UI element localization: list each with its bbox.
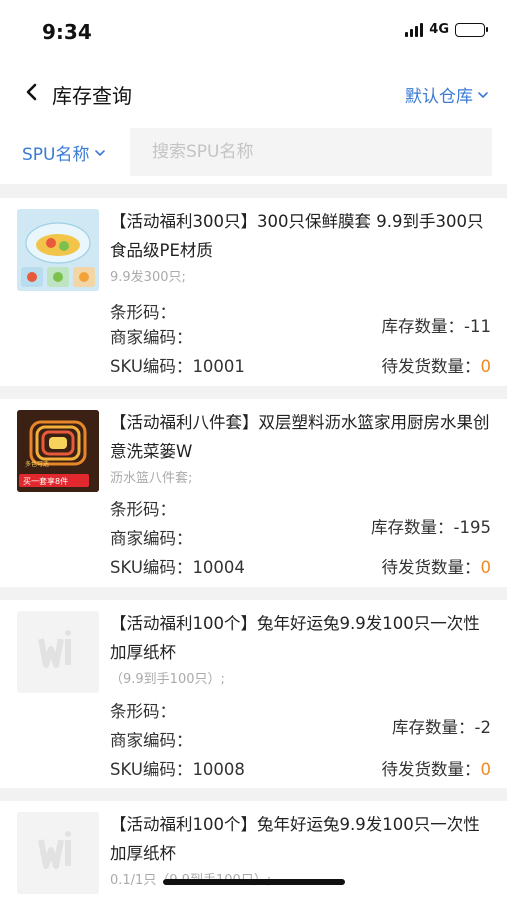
network-type: 4G [429,22,449,37]
stock-qty-field: 库存数量：-2 [392,718,491,737]
product-image-text: 买一套享8件 [23,476,68,486]
product-variant: （9.9到手100只）; [110,672,225,687]
search-box [130,128,492,176]
status-indicators: 4G [405,22,488,37]
sku-code-value: 10004 [192,558,245,577]
search-row: SPU名称 [0,124,507,184]
stock-qty-value: -11 [464,317,491,336]
pending-qty-value: 0 [480,558,492,577]
merchant-code-label: 商家编码： [110,328,193,347]
pending-qty-field: 待发货数量：0 [381,357,492,376]
search-field-selector[interactable]: SPU名称 [22,140,106,165]
barcode-label: 条形码： [110,303,176,322]
product-image [17,812,99,894]
merchant-code-label: 商家编码： [110,731,193,750]
product-image: 多色可选 买一套享8件 [17,410,99,492]
product-title: 【活动福利八件套】双层塑料沥水篮家用厨房水果创意洗菜篓W [110,413,490,461]
product-card[interactable]: 【活动福利100个】兔年好运兔9.9发100只一次性加厚纸杯 （9.9到手100… [0,600,507,788]
warehouse-label: 默认仓库 [405,87,473,107]
chevron-down-icon [94,149,105,156]
sku-code-value: 10001 [192,357,245,376]
stock-qty-value: -2 [474,718,491,737]
placeholder-logo-icon [17,611,99,693]
product-image [17,209,99,291]
product-card[interactable]: 【活动福利300只】300只保鲜膜套 9.9到手300只食品级PE材质 9.9发… [0,198,507,386]
merchant-code-label: 商家编码： [110,529,193,548]
product-card[interactable]: 多色可选 买一套享8件 【活动福利八件套】双层塑料沥水篮家用厨房水果创意洗菜篓W… [0,399,507,587]
stock-qty-field: 库存数量：-195 [371,518,491,537]
pending-qty-field: 待发货数量：0 [381,760,492,779]
page-title: 库存查询 [52,84,132,108]
product-card[interactable]: 【活动福利100个】兔年好运兔9.9发100只一次性加厚纸杯 0.1/1只（9.… [0,801,507,900]
pending-qty-field: 待发货数量：0 [381,558,492,577]
warehouse-selector[interactable]: 默认仓库 [405,82,489,107]
product-title: 【活动福利100个】兔年好运兔9.9发100只一次性加厚纸杯 [110,815,480,863]
pending-qty-value: 0 [480,357,492,376]
home-indicator [163,879,345,885]
placeholder-logo-icon [17,812,99,894]
product-variant: 9.9发300只; [110,270,186,285]
sku-code-field: SKU编码：10008 [110,760,245,779]
barcode-label: 条形码： [110,702,176,721]
sku-code-field: SKU编码：10004 [110,558,245,577]
search-input[interactable] [130,128,492,176]
signal-icon [405,22,424,37]
status-time: 9:34 [42,20,92,44]
product-variant: 沥水篮八件套; [110,471,193,486]
sku-code-value: 10008 [192,760,245,779]
product-image-text: 多色可选 [25,460,49,468]
sku-code-field: SKU编码：10001 [110,357,245,376]
battery-icon [455,22,488,37]
nav-bar: 库存查询 默认仓库 [0,60,507,124]
product-title: 【活动福利100个】兔年好运兔9.9发100只一次性加厚纸杯 [110,614,480,662]
back-arrow-icon[interactable] [22,82,42,102]
status-bar: 9:34 4G [0,0,507,60]
pending-qty-value: 0 [480,760,492,779]
stock-qty-field: 库存数量：-11 [381,317,491,336]
chevron-down-icon [478,91,488,98]
stock-qty-value: -195 [453,518,491,537]
barcode-label: 条形码： [110,500,176,519]
product-title: 【活动福利300只】300只保鲜膜套 9.9到手300只食品级PE材质 [110,212,484,260]
search-field-label: SPU名称 [22,145,90,165]
product-image [17,611,99,693]
